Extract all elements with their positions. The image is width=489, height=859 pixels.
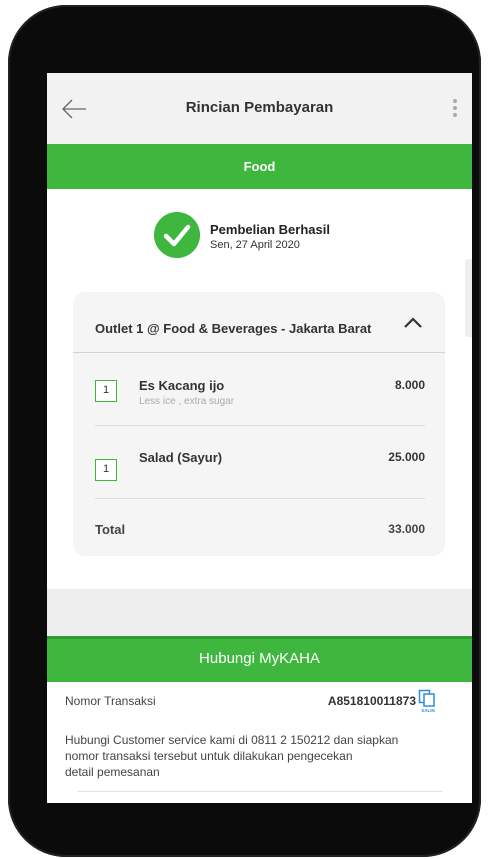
status-block: Pembelian Berhasil Sen, 27 April 2020	[154, 210, 414, 260]
edge-handle[interactable]	[465, 259, 472, 337]
more-vertical-icon[interactable]	[452, 97, 458, 121]
item-qty: 1	[95, 459, 117, 481]
item-price: 8.000	[394, 378, 425, 392]
item-price: 25.000	[388, 450, 425, 464]
order-card: Outlet 1 @ Food & Beverages - Jakarta Ba…	[73, 292, 445, 556]
item-name: Salad (Sayur)	[139, 450, 223, 465]
category-banner: Food	[47, 144, 472, 189]
transaction-number: A851810011873	[327, 694, 416, 708]
copy-icon[interactable]: SALIN	[418, 689, 438, 713]
item-divider	[95, 425, 425, 426]
check-circle-icon	[154, 212, 200, 258]
item-divider	[95, 498, 425, 499]
transaction-label: Nomor Transaksi	[65, 694, 156, 708]
status-date: Sen, 27 April 2020	[210, 239, 300, 251]
phone-frame: Rincian Pembayaran Food Pembelian Berhas…	[8, 5, 481, 857]
item-note: Less ice , extra sugar	[139, 396, 235, 407]
chevron-up-icon[interactable]	[401, 312, 425, 332]
section-spacer	[47, 589, 472, 642]
contact-header: Hubungi MyKAHA	[47, 636, 472, 682]
page-title: Rincian Pembayaran	[185, 99, 334, 116]
item-qty: 1	[95, 380, 117, 402]
contact-info: Hubungi Customer service kami di 0811 2 …	[65, 733, 399, 779]
app-screen: Rincian Pembayaran Food Pembelian Berhas…	[47, 73, 472, 803]
outlet-name: Outlet 1 @ Food & Beverages - Jakarta Ba…	[95, 321, 372, 336]
bottom-divider	[77, 791, 443, 792]
app-bar: Rincian Pembayaran	[47, 73, 472, 144]
copy-label: SALIN	[421, 708, 435, 713]
card-divider	[73, 352, 445, 353]
status-title: Pembelian Berhasil	[210, 222, 330, 237]
total-label: Total	[95, 522, 126, 537]
item-name: Es Kacang ijo	[139, 378, 225, 393]
total-value: 33.000	[388, 522, 425, 536]
